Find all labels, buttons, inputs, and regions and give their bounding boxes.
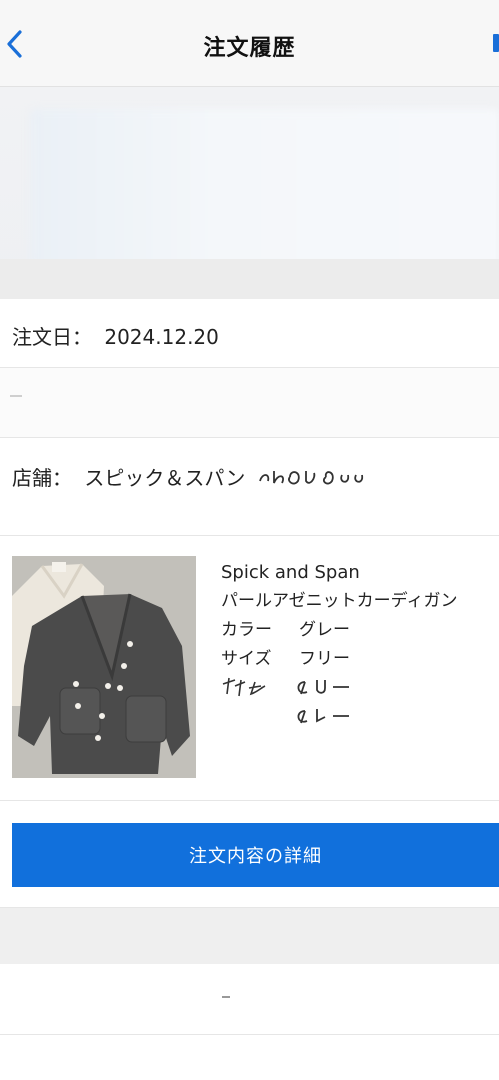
product-brand: Spick and Span [221,562,360,583]
order-date: 注文日： 2024.12.20 [12,321,219,350]
order-history-screen: 注文履歴 注文日： 2024.12.20 店舗： スピック＆スパン Spick … [0,0,499,1080]
product-color: カラー グレー [221,616,491,645]
order-date-value: 2024.12.20 [104,325,219,349]
store-info: 店舗： スピック＆スパン [12,462,366,491]
order-date-label: 注文日： [12,325,92,349]
redacted-mark [222,996,230,998]
handwritten-scribble [258,471,363,485]
nav-header: 注文履歴 [0,0,499,87]
size-label: サイズ [221,649,272,669]
banner-divider [0,259,499,299]
blurred-content [30,109,499,269]
redacted-mark [10,395,22,397]
store-row: 店舗： スピック＆スパン [0,438,499,536]
handwritten-scribble [297,709,349,724]
section-gap [0,908,499,964]
product-image[interactable] [12,556,196,778]
size-value: フリー [299,649,350,669]
handwritten-scribble [222,677,349,697]
header-right-button[interactable] [493,34,499,52]
store-label: 店舗： [12,466,72,490]
store-value: スピック＆スパン [84,466,246,490]
page-title: 注文履歴 [203,36,296,61]
next-order-row[interactable] [0,964,499,1035]
redacted-banner [0,87,499,299]
handwritten-line-1 [221,674,491,703]
redacted-row [0,368,499,438]
order-date-row: 注文日： 2024.12.20 [0,299,499,368]
cardigan-photo [12,556,196,778]
color-label: カラー [221,620,272,640]
product-size: サイズ フリー [221,645,491,674]
footer-area [0,1035,499,1080]
order-detail-button[interactable]: 注文内容の詳細 [12,823,499,887]
product-info: Spick and Span パールアゼニットカーディガン カラー グレー サイズ… [221,558,491,732]
handwritten-line-2 [221,703,491,732]
detail-button-area: 注文内容の詳細 [0,801,499,908]
product-name: パールアゼニットカーディガン [221,591,458,611]
color-value: グレー [299,620,350,640]
product-item[interactable]: Spick and Span パールアゼニットカーディガン カラー グレー サイズ… [0,536,499,801]
